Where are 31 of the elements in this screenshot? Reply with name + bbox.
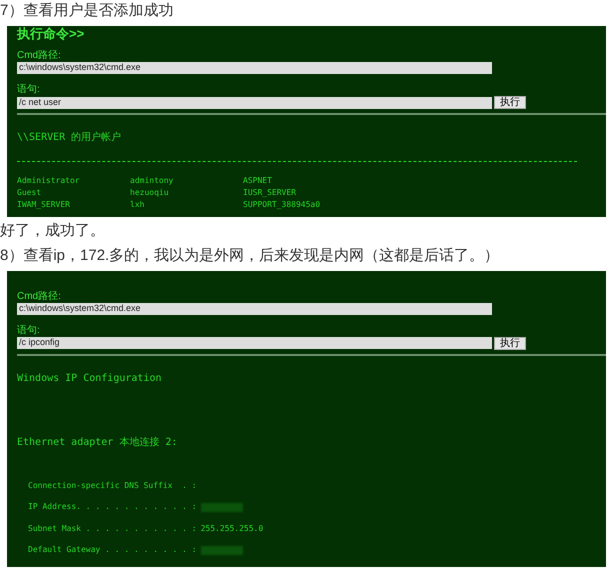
- table-cell: Administrator: [17, 174, 80, 186]
- field-label: Default Gateway . . . . . . . . . :: [28, 544, 197, 556]
- field-value: 255.255.255.0: [200, 522, 264, 535]
- paragraph: 7）查看用户是否添加成功: [0, 1, 174, 21]
- field-label: Subnet Mask . . . . . . . . . . . :: [28, 522, 197, 535]
- table-cell: IUSR_SERVER: [243, 186, 296, 198]
- output-line: \\SERVER 的用户帐户: [17, 130, 122, 146]
- paragraph: 8）查看ip，172.多的，我以为是外网，后来发现是内网（这都是后话了。）: [0, 246, 500, 266]
- cmd-path-field[interactable]: c:\windows\system32\cmd.exe: [17, 62, 492, 74]
- run-button[interactable]: 执行: [494, 336, 526, 350]
- table-cell: admintony: [130, 174, 174, 186]
- output-line: Ethernet adapter 本地连接 2:: [17, 436, 178, 450]
- table-cell: hezuoqiu: [130, 186, 169, 198]
- field-label: IP Address. . . . . . . . . . . . :: [28, 501, 197, 514]
- field-label: Cmd路径:: [17, 290, 61, 302]
- table-cell: ASPNET: [243, 174, 272, 186]
- table-cell: SUPPORT_388945a0: [243, 198, 320, 210]
- field-label: Cmd路径:: [17, 50, 61, 62]
- field-label: 语句:: [17, 324, 40, 336]
- field-label: 语句:: [17, 84, 40, 96]
- panel-title: 执行命令>>: [17, 26, 84, 42]
- paragraph: 好了，成功了。: [0, 220, 106, 240]
- statement-field[interactable]: /c net user: [17, 96, 492, 108]
- field-label: Connection-specific DNS Suffix . :: [28, 480, 197, 492]
- cmd-path-field[interactable]: c:\windows\system32\cmd.exe: [17, 302, 492, 314]
- run-button[interactable]: 执行: [494, 96, 526, 109]
- output-line: Windows IP Configuration: [17, 372, 162, 386]
- table-cell: Guest: [17, 186, 42, 198]
- statement-field[interactable]: /c ipconfig: [17, 337, 492, 349]
- table-cell: lxh: [130, 198, 144, 210]
- table-cell: IWAM_SERVER: [17, 198, 70, 210]
